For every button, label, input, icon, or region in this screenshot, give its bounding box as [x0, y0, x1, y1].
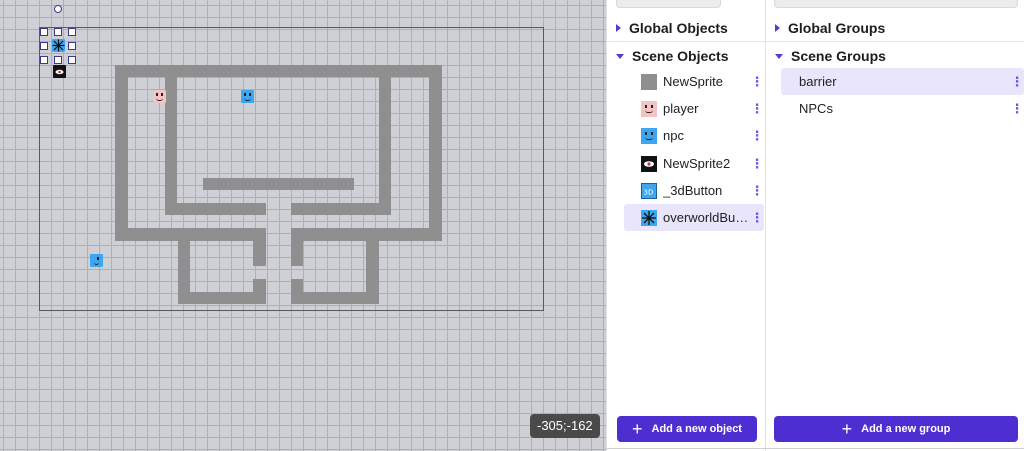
more-options-icon[interactable]: ⋮: [1010, 101, 1024, 117]
bottom-border: [606, 448, 1024, 449]
wall-top[interactable]: [115, 65, 442, 77]
editor-root: -305;-162 Global Objects Scene Objects N…: [0, 0, 1024, 451]
group-item-barrier[interactable]: barrier ⋮: [781, 68, 1024, 95]
wall-outer-bottom-left[interactable]: [115, 228, 266, 241]
more-options-icon[interactable]: ⋮: [750, 101, 764, 117]
resize-handle-ne[interactable]: [68, 28, 76, 36]
resize-handle-n[interactable]: [54, 28, 62, 36]
object-item-npc[interactable]: npc ⋮: [641, 122, 764, 149]
more-options-icon[interactable]: ⋮: [1010, 74, 1024, 90]
add-group-button[interactable]: + Add a new group: [774, 416, 1018, 442]
3d-button-icon: 3D: [641, 182, 657, 199]
group-item-npcs[interactable]: NPCs ⋮: [781, 95, 1024, 122]
global-groups-header[interactable]: Global Groups: [766, 14, 1024, 42]
add-object-button[interactable]: + Add a new object: [617, 416, 757, 442]
scene-canvas[interactable]: -305;-162: [0, 0, 606, 451]
more-options-icon[interactable]: ⋮: [750, 128, 764, 144]
resize-handle-se[interactable]: [68, 56, 76, 64]
dark-eye-icon: [55, 69, 64, 75]
wall-outer-bottom-right[interactable]: [291, 228, 442, 241]
overworld-button-instance[interactable]: [52, 39, 65, 52]
more-options-icon[interactable]: ⋮: [750, 210, 764, 226]
blue-face-icon: [241, 90, 254, 103]
wall-inner-bottom-right[interactable]: [291, 203, 391, 215]
blue-face-icon: [90, 254, 103, 267]
resize-handle-w[interactable]: [40, 42, 48, 50]
rotate-handle[interactable]: [54, 5, 62, 13]
npc-sprite[interactable]: [241, 90, 254, 103]
wall-left-outer[interactable]: [115, 65, 128, 241]
more-options-icon[interactable]: ⋮: [750, 74, 764, 90]
groups-panel-top-tab[interactable]: [774, 0, 1018, 8]
wall-middle-bar[interactable]: [203, 178, 354, 190]
gray-square-icon: [641, 73, 657, 90]
pink-face-icon: [641, 100, 657, 117]
global-objects-header[interactable]: Global Objects: [607, 14, 765, 42]
dark-eye-icon: [641, 155, 657, 172]
wall-right-outer[interactable]: [429, 65, 442, 241]
star-burst-icon: [641, 209, 657, 226]
expand-arrow-icon: [616, 24, 621, 32]
object-item-3dbutton[interactable]: 3D _3dButton ⋮: [641, 177, 764, 204]
resize-handle-nw[interactable]: [40, 28, 48, 36]
more-options-icon[interactable]: ⋮: [750, 183, 764, 199]
objects-panel: Global Objects Scene Objects NewSprite ⋮…: [606, 0, 765, 451]
collapse-arrow-icon: [616, 53, 624, 59]
resize-handle-s[interactable]: [54, 56, 62, 64]
wall-room-left-bottom[interactable]: [178, 292, 266, 304]
newsprite2-instance[interactable]: [53, 65, 66, 78]
scene-objects-header[interactable]: Scene Objects: [607, 42, 765, 70]
collapse-arrow-icon: [775, 53, 783, 59]
wall-right-inner[interactable]: [379, 77, 391, 215]
object-item-newsprite[interactable]: NewSprite ⋮: [641, 68, 764, 95]
player-sprite[interactable]: [153, 90, 166, 103]
cursor-coords-readout: -305;-162: [530, 414, 600, 438]
wall-inner-bottom-left[interactable]: [165, 203, 266, 215]
expand-arrow-icon: [775, 24, 780, 32]
npc-sprite-2[interactable]: [90, 254, 103, 267]
resize-handle-sw[interactable]: [40, 56, 48, 64]
groups-panel: Global Groups Scene Groups barrier ⋮ NPC…: [765, 0, 1024, 451]
plus-icon: +: [632, 419, 643, 439]
blue-face-icon: [641, 127, 657, 144]
svg-text:3D: 3D: [644, 188, 654, 196]
object-item-newsprite2[interactable]: NewSprite2 ⋮: [641, 150, 764, 177]
star-burst-icon: [52, 39, 65, 52]
wall-room-left-inner-upper[interactable]: [253, 241, 266, 266]
pink-face-icon: [153, 90, 166, 103]
wall-room-right-inner-upper[interactable]: [291, 241, 303, 266]
scene-groups-header[interactable]: Scene Groups: [766, 42, 1024, 70]
object-item-player[interactable]: player ⋮: [641, 95, 764, 122]
more-options-icon[interactable]: ⋮: [750, 156, 764, 172]
plus-icon: +: [841, 419, 853, 439]
objects-panel-top-tab[interactable]: [616, 0, 721, 8]
resize-handle-e[interactable]: [68, 42, 76, 50]
object-item-overworldbutton[interactable]: overworldBut… ⋮: [624, 204, 764, 231]
wall-left-inner[interactable]: [165, 77, 177, 215]
wall-room-right-bottom[interactable]: [291, 292, 379, 304]
